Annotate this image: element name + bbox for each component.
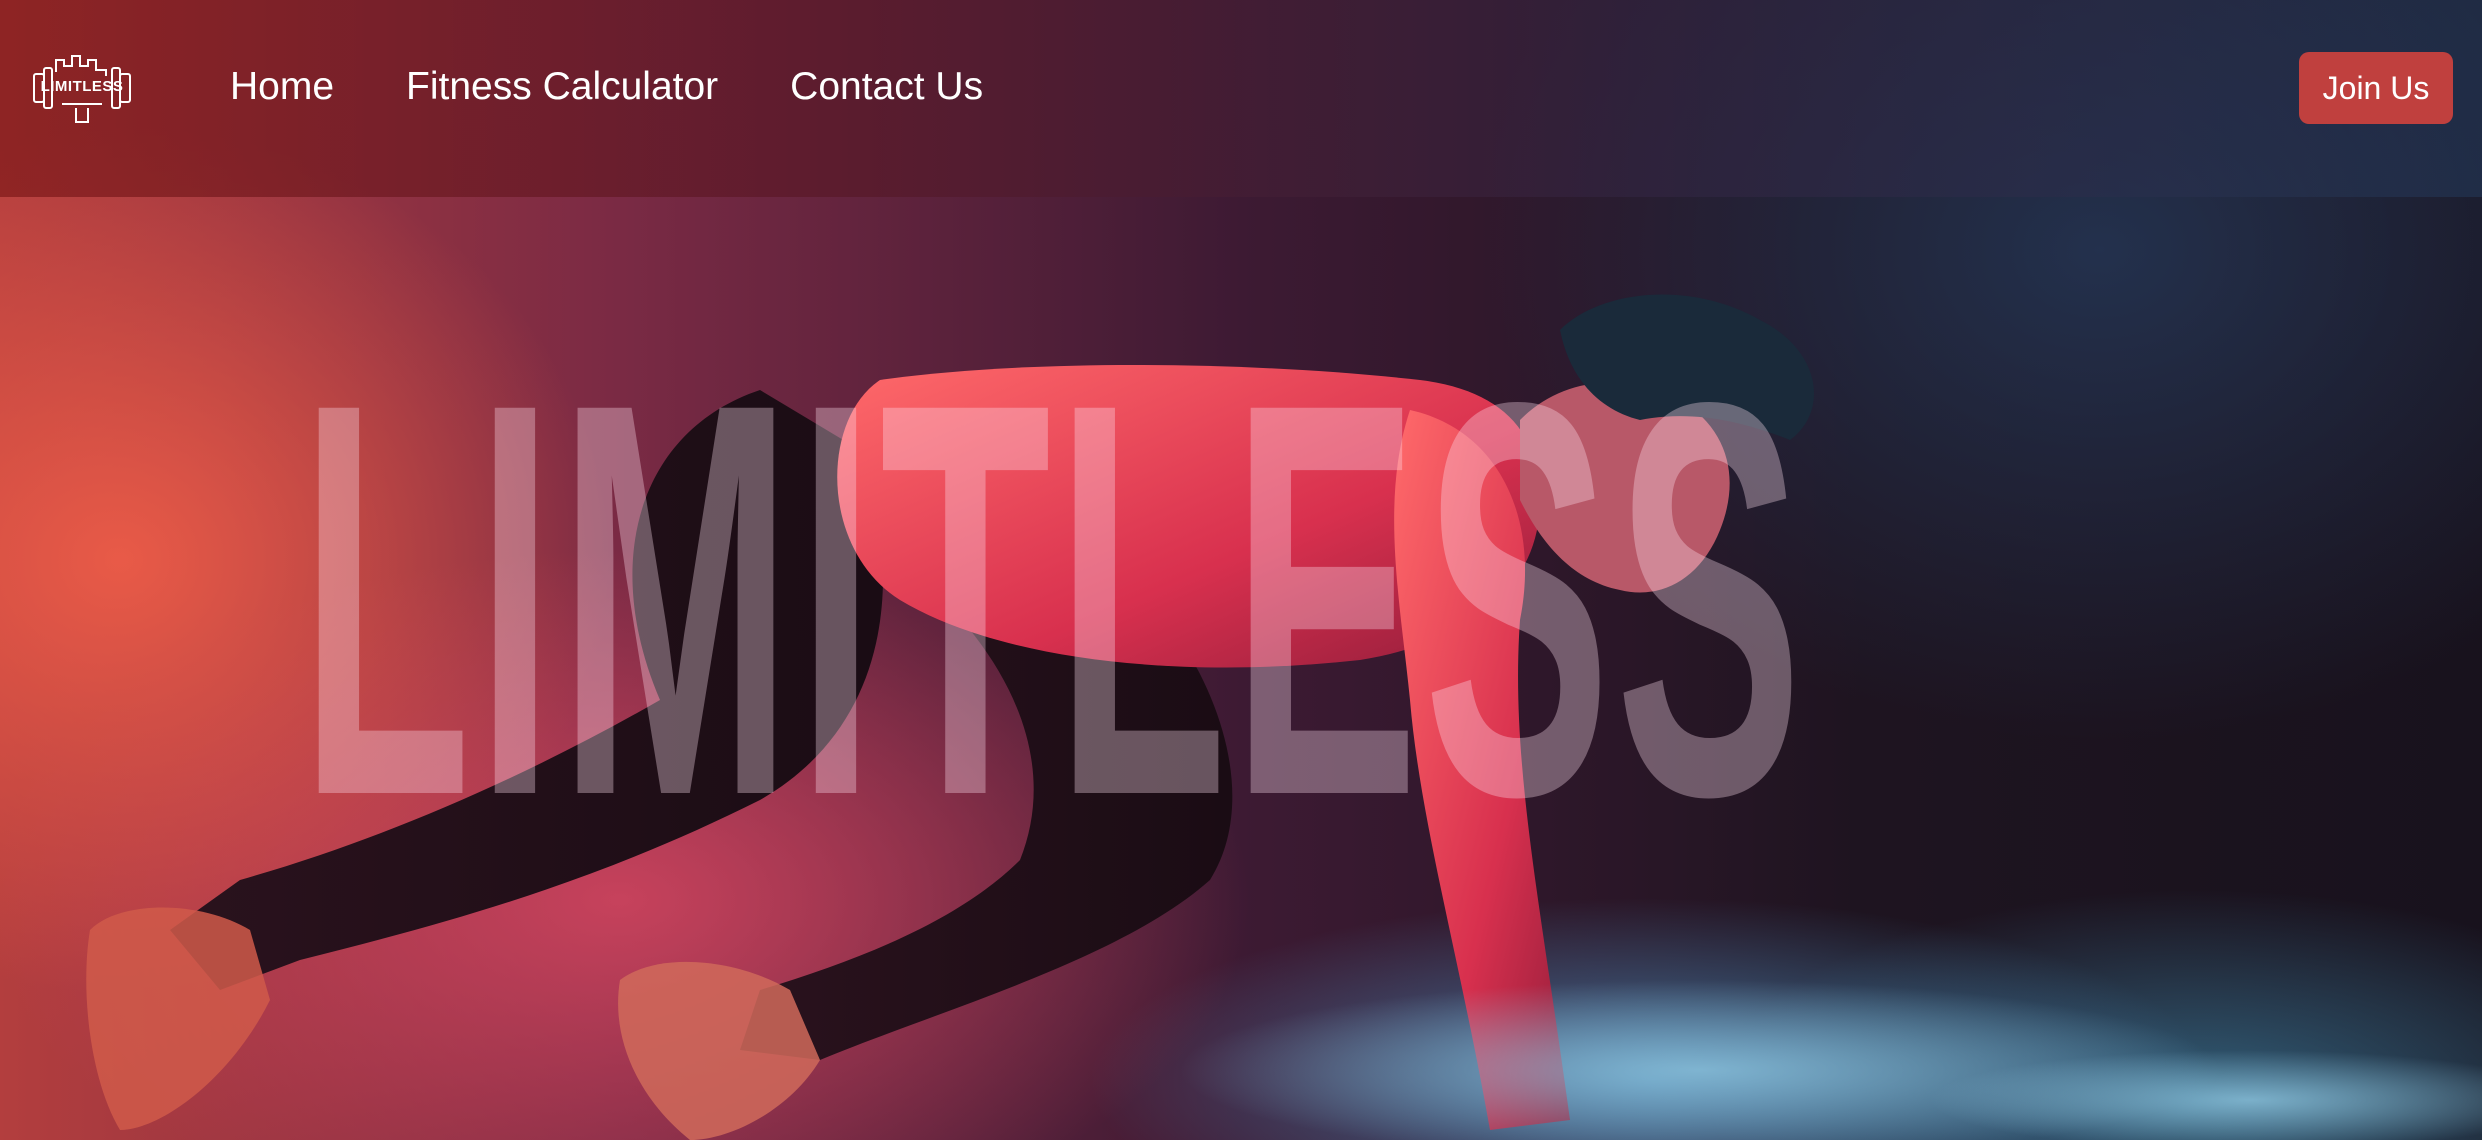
main-nav: Home Fitness Calculator Contact Us (230, 60, 983, 114)
join-us-button[interactable]: Join Us (2299, 52, 2453, 124)
hero-title: LIMITLESS (300, 286, 1808, 912)
nav-contact-us[interactable]: Contact Us (790, 60, 983, 114)
logo-text: LIMITLESS (40, 78, 124, 95)
nav-home[interactable]: Home (230, 60, 334, 114)
site-header: LIMITLESS Home Fitness Calculator Contac… (0, 0, 2482, 197)
landing-page: LIMITLESS LIMITLESS Home Fitness Calcula… (0, 0, 2482, 1140)
site-logo[interactable]: LIMITLESS (32, 52, 132, 124)
nav-fitness-calculator[interactable]: Fitness Calculator (406, 60, 718, 114)
